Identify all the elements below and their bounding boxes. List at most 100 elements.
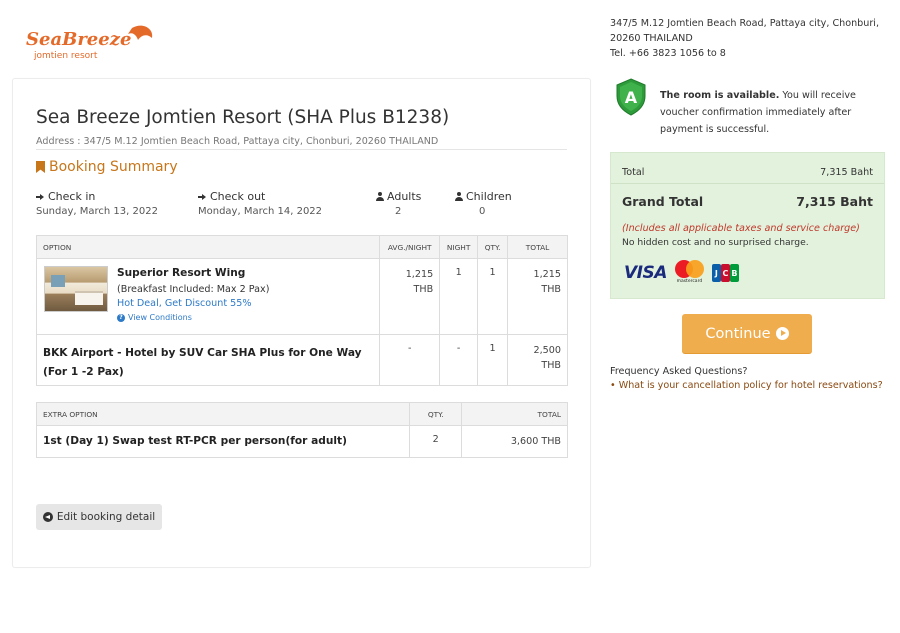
checkin-label: Check in — [36, 190, 95, 203]
continue-label: Continue — [705, 325, 771, 342]
room-night: 1 — [439, 258, 479, 335]
sign-in-icon — [198, 192, 207, 201]
checkin-date: Sunday, March 13, 2022 — [36, 206, 158, 217]
transfer-option-cell: BKK Airport - Hotel by SUV Car SHA Plus … — [35, 334, 381, 386]
shell-icon — [128, 25, 153, 40]
checkout-label-text: Check out — [210, 190, 266, 203]
total-value: 7,315 Baht — [820, 167, 873, 178]
room-total-amount: 1,215 — [533, 269, 561, 280]
visa-icon: VISA — [624, 263, 667, 283]
transfer-total-amount: 2,500 — [533, 345, 561, 356]
children-label-text: Children — [466, 190, 512, 203]
children-count: 0 — [479, 206, 486, 217]
room-qty: 1 — [477, 258, 509, 335]
extra-option-total: 3,600 THB — [461, 425, 568, 458]
shield-icon: A — [616, 78, 646, 116]
availability-text: The room is available. You will receive … — [660, 87, 888, 138]
continue-button[interactable]: Continue — [682, 314, 812, 353]
hotel-title: Sea Breeze Jomtien Resort (SHA Plus B123… — [36, 107, 450, 128]
view-conditions-text: View Conditions — [128, 313, 192, 322]
jcb-c: C — [720, 264, 730, 282]
room-deal: Hot Deal, Get Discount 55% — [117, 298, 252, 309]
edit-booking-button[interactable]: Edit booking detail — [36, 504, 162, 530]
extra-option-name-cell: 1st (Day 1) Swap test RT-PCR per person(… — [35, 425, 411, 458]
col-extra-option: EXTRA OPTION — [35, 402, 411, 426]
transfer-total: 2,500 THB — [507, 334, 568, 386]
transfer-total-currency: THB — [541, 360, 561, 371]
arrow-circle-right-icon — [775, 327, 789, 340]
bookmark-icon — [36, 161, 45, 173]
checkout-date: Monday, March 14, 2022 — [198, 206, 323, 217]
extra-option-name: 1st (Day 1) Swap test RT-PCR per person(… — [43, 435, 347, 447]
faq-cancellation-link[interactable]: • What is your cancellation policy for h… — [610, 380, 883, 391]
children-label: Children — [455, 190, 512, 203]
logo-text-main: SeaBreeze — [26, 29, 131, 50]
booking-summary-label: Booking Summary — [49, 159, 178, 175]
hotel-address-line2: 20260 THAILAND — [610, 33, 693, 44]
table-row: Superior Resort Wing (Breakfast Included… — [35, 258, 568, 335]
hidden-cost-note: No hidden cost and no surprised charge. — [622, 237, 809, 248]
extra-options-table: EXTRA OPTION QTY. TOTAL 1st (Day 1) Swap… — [35, 402, 568, 458]
table-row: BKK Airport - Hotel by SUV Car SHA Plus … — [35, 334, 568, 386]
options-table: OPTION AVG./NIGHT NIGHT QTY. TOTAL Super… — [35, 235, 568, 386]
user-icon — [455, 192, 463, 201]
room-breakfast: (Breakfast Included: Max 2 Pax) — [117, 284, 270, 295]
view-conditions-link[interactable]: ? View Conditions — [117, 313, 379, 322]
table-row: 1st (Day 1) Swap test RT-PCR per person(… — [35, 425, 568, 458]
hotel-address-line1: 347/5 M.12 Jomtien Beach Road, Pattaya c… — [610, 18, 880, 29]
adults-count: 2 — [395, 206, 402, 217]
booking-summary-heading: Booking Summary — [36, 159, 178, 175]
grand-total-row: Grand Total 7,315 Baht — [622, 194, 873, 209]
total-row: Total 7,315 Baht — [622, 167, 873, 178]
jcb-icon: J C B — [711, 264, 739, 282]
mastercard-text: mastercard — [676, 279, 703, 284]
col-extra-qty: QTY. — [409, 402, 463, 426]
room-avg-currency: THB — [413, 284, 434, 295]
col-night: NIGHT — [439, 235, 479, 259]
room-option-cell: Superior Resort Wing (Breakfast Included… — [35, 258, 381, 335]
transfer-name: BKK Airport - Hotel by SUV Car SHA Plus … — [43, 347, 362, 378]
room-name: Superior Resort Wing — [117, 267, 246, 279]
hotel-phone: Tel. +66 3823 1056 to 8 — [610, 48, 726, 59]
transfer-avg-night: - — [379, 334, 441, 386]
room-avg-amount: 1,215 — [405, 269, 434, 280]
edit-booking-label: Edit booking detail — [56, 511, 156, 523]
logo-text-sub: jomtien resort — [33, 51, 98, 61]
col-total: TOTAL — [507, 235, 568, 259]
total-label: Total — [622, 167, 645, 178]
booking-summary-card: Sea Breeze Jomtien Resort (SHA Plus B123… — [12, 78, 591, 568]
sign-in-icon — [36, 192, 45, 201]
divider — [36, 149, 567, 150]
table-header-row: EXTRA OPTION QTY. TOTAL — [35, 402, 568, 426]
table-header-row: OPTION AVG./NIGHT NIGHT QTY. TOTAL — [35, 235, 568, 259]
room-total-currency: THB — [541, 284, 561, 295]
divider — [611, 183, 884, 184]
user-icon — [376, 192, 384, 201]
transfer-qty: 1 — [477, 334, 509, 386]
col-avg-night: AVG./NIGHT — [379, 235, 441, 259]
jcb-b: B — [729, 264, 739, 282]
availability-bold: The room is available. — [660, 90, 780, 101]
checkin-label-text: Check in — [48, 190, 96, 203]
transfer-night: - — [439, 334, 479, 386]
tax-note: (Includes all applicable taxes and servi… — [622, 223, 860, 234]
jcb-j: J — [711, 264, 721, 282]
grand-total-value: 7,315 Baht — [796, 194, 873, 209]
faq-title: Frequency Asked Questions? — [610, 366, 748, 377]
col-extra-total: TOTAL — [461, 402, 568, 426]
room-total: 1,215 THB — [507, 258, 568, 335]
mastercard-icon: mastercard — [673, 260, 706, 286]
grand-total-label: Grand Total — [622, 194, 704, 209]
shield-letter: A — [625, 88, 638, 107]
checkout-label: Check out — [198, 190, 265, 203]
room-avg-night: 1,215 THB — [379, 258, 441, 335]
room-thumbnail[interactable] — [44, 266, 108, 312]
question-circle-icon: ? — [117, 313, 125, 322]
payment-cards: VISA mastercard J C B — [624, 260, 739, 286]
adults-label-text: Adults — [387, 190, 422, 203]
extra-option-qty: 2 — [409, 425, 463, 458]
adults-label: Adults — [376, 190, 421, 203]
arrow-circle-left-icon — [42, 512, 53, 522]
col-option: OPTION — [35, 235, 381, 259]
col-qty: QTY. — [477, 235, 509, 259]
